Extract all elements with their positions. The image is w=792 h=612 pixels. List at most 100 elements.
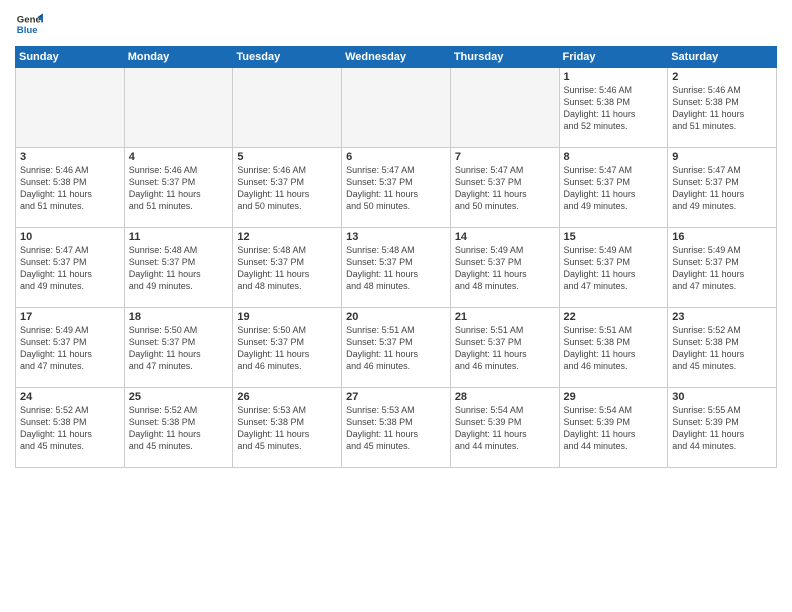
day-info: Sunrise: 5:54 AM Sunset: 5:39 PM Dayligh…: [455, 404, 555, 453]
day-number: 26: [237, 391, 337, 403]
day-number: 28: [455, 391, 555, 403]
calendar-cell: 1Sunrise: 5:46 AM Sunset: 5:38 PM Daylig…: [559, 68, 668, 148]
calendar-cell: 18Sunrise: 5:50 AM Sunset: 5:37 PM Dayli…: [124, 308, 233, 388]
day-info: Sunrise: 5:47 AM Sunset: 5:37 PM Dayligh…: [346, 164, 446, 213]
calendar-week-5: 24Sunrise: 5:52 AM Sunset: 5:38 PM Dayli…: [16, 388, 777, 468]
day-number: 15: [564, 231, 664, 243]
calendar-week-3: 10Sunrise: 5:47 AM Sunset: 5:37 PM Dayli…: [16, 228, 777, 308]
day-info: Sunrise: 5:51 AM Sunset: 5:37 PM Dayligh…: [346, 324, 446, 373]
weekday-header-wednesday: Wednesday: [342, 47, 451, 68]
calendar-cell: 30Sunrise: 5:55 AM Sunset: 5:39 PM Dayli…: [668, 388, 777, 468]
calendar-week-4: 17Sunrise: 5:49 AM Sunset: 5:37 PM Dayli…: [16, 308, 777, 388]
weekday-header-sunday: Sunday: [16, 47, 125, 68]
calendar-cell: 17Sunrise: 5:49 AM Sunset: 5:37 PM Dayli…: [16, 308, 125, 388]
day-number: 7: [455, 151, 555, 163]
calendar-cell: [450, 68, 559, 148]
calendar-cell: 15Sunrise: 5:49 AM Sunset: 5:37 PM Dayli…: [559, 228, 668, 308]
calendar-cell: 3Sunrise: 5:46 AM Sunset: 5:38 PM Daylig…: [16, 148, 125, 228]
day-info: Sunrise: 5:54 AM Sunset: 5:39 PM Dayligh…: [564, 404, 664, 453]
day-info: Sunrise: 5:49 AM Sunset: 5:37 PM Dayligh…: [455, 244, 555, 293]
calendar-cell: 29Sunrise: 5:54 AM Sunset: 5:39 PM Dayli…: [559, 388, 668, 468]
calendar-week-1: 1 Sunrise: 5:46 AM Sunset: 5:38 PM Daylig…: [16, 68, 777, 148]
svg-text:General: General: [17, 14, 43, 25]
calendar-cell: 16Sunrise: 5:49 AM Sunset: 5:37 PM Dayli…: [668, 228, 777, 308]
calendar-cell: 23Sunrise: 5:52 AM Sunset: 5:38 PM Dayli…: [668, 308, 777, 388]
calendar-cell: 28Sunrise: 5:54 AM Sunset: 5:39 PM Dayli…: [450, 388, 559, 468]
day-number: 13: [346, 231, 446, 243]
calendar-table: SundayMondayTuesdayWednesdayThursdayFrid…: [15, 46, 777, 468]
day-info: Sunrise: 5:49 AM Sunset: 5:37 PM Dayligh…: [564, 244, 664, 293]
calendar-cell: 19Sunrise: 5:50 AM Sunset: 5:37 PM Dayli…: [233, 308, 342, 388]
day-info: Sunrise: 5:50 AM Sunset: 5:37 PM Dayligh…: [237, 324, 337, 373]
day-number: 1: [564, 71, 664, 83]
calendar-week-2: 3Sunrise: 5:46 AM Sunset: 5:38 PM Daylig…: [16, 148, 777, 228]
weekday-header-monday: Monday: [124, 47, 233, 68]
day-info: Sunrise: 5:52 AM Sunset: 5:38 PM Dayligh…: [672, 324, 772, 373]
calendar-cell: 12Sunrise: 5:48 AM Sunset: 5:37 PM Dayli…: [233, 228, 342, 308]
logo-icon: General Blue: [15, 10, 43, 38]
day-info: Sunrise: 5:46 AM Sunset: 5:38 PM Dayligh…: [20, 164, 120, 213]
calendar-cell: 27Sunrise: 5:53 AM Sunset: 5:38 PM Dayli…: [342, 388, 451, 468]
calendar-cell: 22Sunrise: 5:51 AM Sunset: 5:38 PM Dayli…: [559, 308, 668, 388]
weekday-header-saturday: Saturday: [668, 47, 777, 68]
day-number: 25: [129, 391, 229, 403]
day-number: 6: [346, 151, 446, 163]
day-info: Sunrise: 5:46 AM Sunset: 5:38 PM Dayligh…: [672, 84, 772, 133]
calendar-header-row: SundayMondayTuesdayWednesdayThursdayFrid…: [16, 47, 777, 68]
calendar-cell: 21Sunrise: 5:51 AM Sunset: 5:37 PM Dayli…: [450, 308, 559, 388]
day-info: Sunrise: 5:51 AM Sunset: 5:37 PM Dayligh…: [455, 324, 555, 373]
calendar-cell: 11Sunrise: 5:48 AM Sunset: 5:37 PM Dayli…: [124, 228, 233, 308]
calendar-cell: 7Sunrise: 5:47 AM Sunset: 5:37 PM Daylig…: [450, 148, 559, 228]
day-number: 5: [237, 151, 337, 163]
calendar-cell: 6Sunrise: 5:47 AM Sunset: 5:37 PM Daylig…: [342, 148, 451, 228]
day-number: 22: [564, 311, 664, 323]
calendar-cell: 2Sunrise: 5:46 AM Sunset: 5:38 PM Daylig…: [668, 68, 777, 148]
weekday-header-thursday: Thursday: [450, 47, 559, 68]
day-number: 14: [455, 231, 555, 243]
day-info: Sunrise: 5:52 AM Sunset: 5:38 PM Dayligh…: [129, 404, 229, 453]
day-number: 29: [564, 391, 664, 403]
calendar-cell: 9Sunrise: 5:47 AM Sunset: 5:37 PM Daylig…: [668, 148, 777, 228]
day-number: 8: [564, 151, 664, 163]
day-number: 24: [20, 391, 120, 403]
calendar-cell: 20Sunrise: 5:51 AM Sunset: 5:37 PM Dayli…: [342, 308, 451, 388]
day-info: Sunrise: 5:48 AM Sunset: 5:37 PM Dayligh…: [129, 244, 229, 293]
day-info: Sunrise: 5:46 AM Sunset: 5:37 PM Dayligh…: [129, 164, 229, 213]
day-number: 27: [346, 391, 446, 403]
calendar-cell: 10Sunrise: 5:47 AM Sunset: 5:37 PM Dayli…: [16, 228, 125, 308]
calendar-cell: 8Sunrise: 5:47 AM Sunset: 5:37 PM Daylig…: [559, 148, 668, 228]
day-number: 3: [20, 151, 120, 163]
day-number: 11: [129, 231, 229, 243]
day-number: 19: [237, 311, 337, 323]
calendar-cell: 14Sunrise: 5:49 AM Sunset: 5:37 PM Dayli…: [450, 228, 559, 308]
day-number: 16: [672, 231, 772, 243]
calendar-cell: 24Sunrise: 5:52 AM Sunset: 5:38 PM Dayli…: [16, 388, 125, 468]
weekday-header-tuesday: Tuesday: [233, 47, 342, 68]
day-number: 9: [672, 151, 772, 163]
day-info: Sunrise: 5:48 AM Sunset: 5:37 PM Dayligh…: [346, 244, 446, 293]
day-info: Sunrise: 5:51 AM Sunset: 5:38 PM Dayligh…: [564, 324, 664, 373]
calendar-cell: [233, 68, 342, 148]
calendar-cell: [16, 68, 125, 148]
svg-text:Blue: Blue: [17, 25, 38, 36]
day-number: 2: [672, 71, 772, 83]
day-info: Sunrise: 5:53 AM Sunset: 5:38 PM Dayligh…: [346, 404, 446, 453]
day-number: 30: [672, 391, 772, 403]
day-info: Sunrise: 5:47 AM Sunset: 5:37 PM Dayligh…: [20, 244, 120, 293]
day-info: Sunrise: 5:52 AM Sunset: 5:38 PM Dayligh…: [20, 404, 120, 453]
day-info: Sunrise: 5:47 AM Sunset: 5:37 PM Dayligh…: [672, 164, 772, 213]
logo: General Blue: [15, 10, 43, 38]
day-number: 18: [129, 311, 229, 323]
day-info: Sunrise: 5:50 AM Sunset: 5:37 PM Dayligh…: [129, 324, 229, 373]
day-info: Sunrise: 5:47 AM Sunset: 5:37 PM Dayligh…: [564, 164, 664, 213]
day-info: Sunrise: 5:47 AM Sunset: 5:37 PM Dayligh…: [455, 164, 555, 213]
day-info: Sunrise: 5:53 AM Sunset: 5:38 PM Dayligh…: [237, 404, 337, 453]
day-info: Sunrise: 5:46 AM Sunset: 5:37 PM Dayligh…: [237, 164, 337, 213]
calendar-cell: 13Sunrise: 5:48 AM Sunset: 5:37 PM Dayli…: [342, 228, 451, 308]
day-number: 20: [346, 311, 446, 323]
calendar-cell: 26Sunrise: 5:53 AM Sunset: 5:38 PM Dayli…: [233, 388, 342, 468]
calendar-cell: [124, 68, 233, 148]
day-number: 21: [455, 311, 555, 323]
day-info: Sunrise: 5:49 AM Sunset: 5:37 PM Dayligh…: [20, 324, 120, 373]
day-number: 10: [20, 231, 120, 243]
